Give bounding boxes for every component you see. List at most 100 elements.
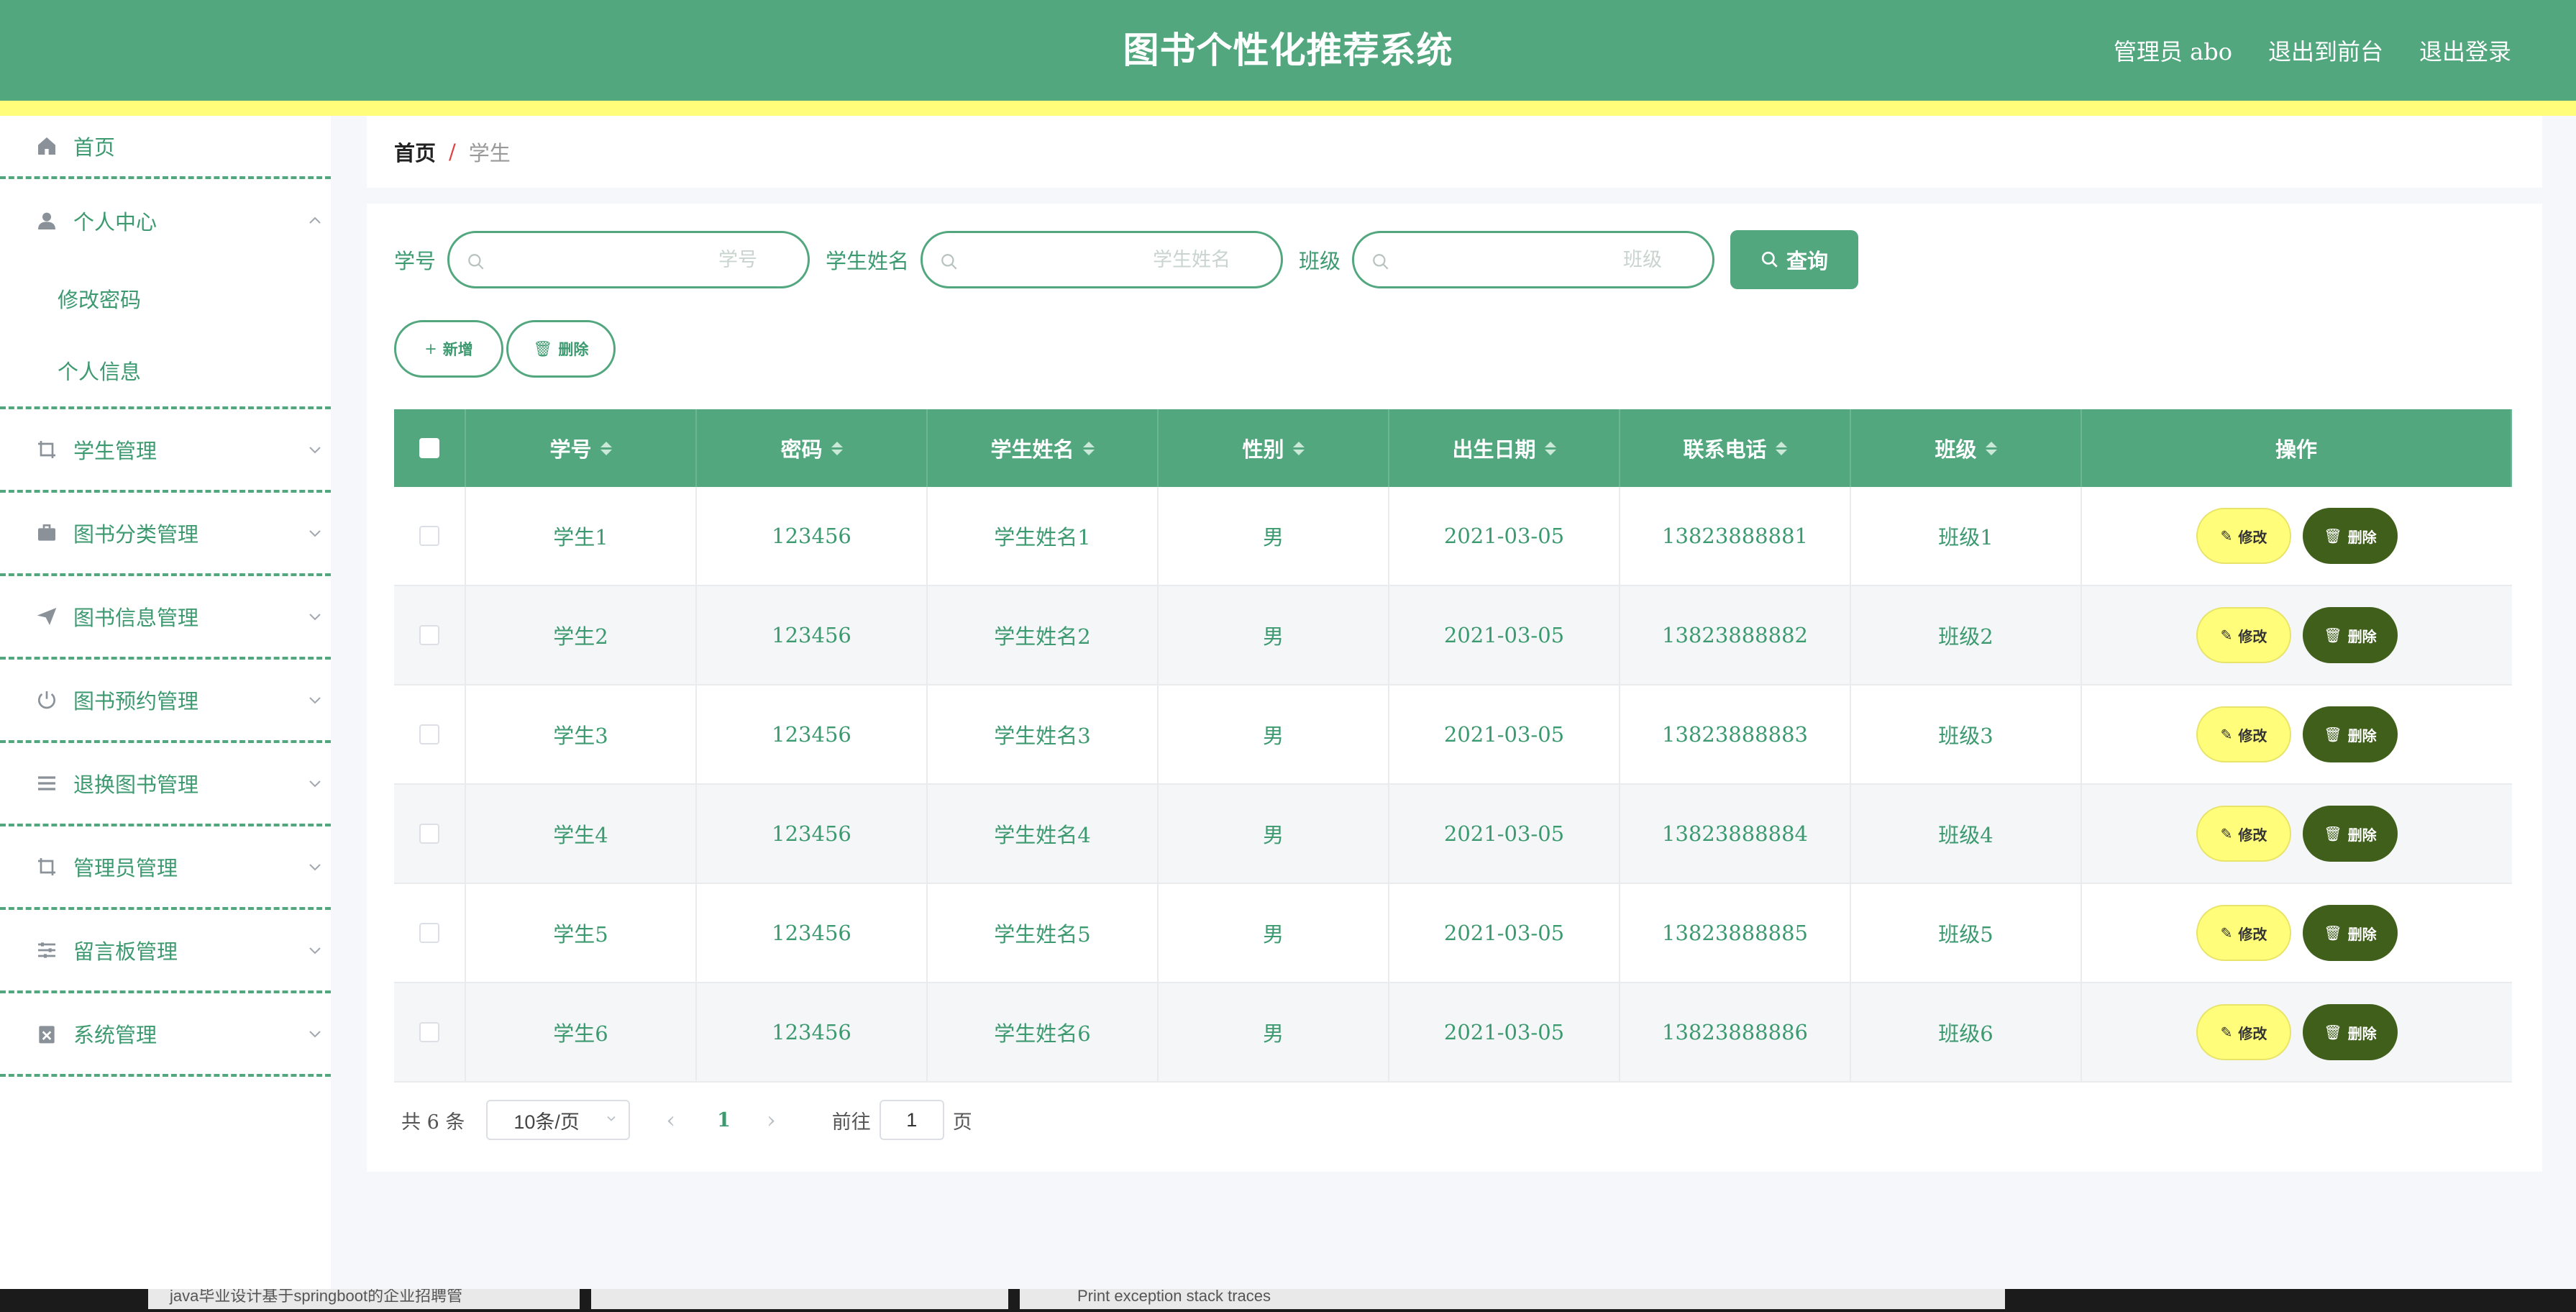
select-all-cell — [394, 409, 466, 487]
column-header-label: 密码 — [780, 437, 823, 462]
delete-button[interactable]: 🗑 删除 — [2303, 905, 2398, 961]
sidebar-item-5[interactable]: 管理员管理 — [0, 826, 331, 910]
class-input[interactable] — [1354, 233, 1713, 286]
sidebar-item-personal[interactable]: 个人中心 — [0, 179, 331, 263]
taskbar-tab[interactable]: java毕业设计基于springboot的企业招聘管 — [148, 1289, 580, 1309]
header-accent-stripe — [0, 101, 2576, 116]
edit-button[interactable]: ✎ 修改 — [2196, 806, 2291, 862]
briefcase-icon — [35, 521, 59, 545]
delete-button[interactable]: 🗑 删除 — [2303, 1004, 2398, 1060]
edit-button[interactable]: ✎ 修改 — [2196, 607, 2291, 663]
row-checkbox[interactable] — [419, 526, 439, 546]
chevron-down-icon — [309, 1031, 321, 1038]
edit-button[interactable]: ✎ 修改 — [2196, 508, 2291, 564]
taskbar-tab[interactable]: Print exception stack traces — [1020, 1289, 2005, 1309]
query-button[interactable]: 查询 — [1730, 230, 1859, 289]
row-checkbox[interactable] — [419, 1022, 439, 1042]
row-actions: ✎ 修改 🗑 删除 — [2082, 685, 2512, 783]
sort-icon[interactable] — [1775, 441, 1787, 455]
column-header[interactable]: 密码 — [697, 409, 928, 487]
admin-user-label[interactable]: 管理员 abo — [2114, 34, 2232, 67]
sort-icon[interactable] — [1544, 441, 1556, 455]
sidebar-item-3[interactable]: 图书预约管理 — [0, 660, 331, 743]
sort-icon[interactable] — [600, 441, 612, 455]
sidebar-item-4[interactable]: 退换图书管理 — [0, 743, 331, 826]
column-header[interactable]: 班级 — [1851, 409, 2082, 487]
batch-delete-button[interactable]: 🗑 删除 — [506, 320, 616, 378]
row-checkbox[interactable] — [419, 625, 439, 645]
sidebar-item-0[interactable]: 学生管理 — [0, 409, 331, 493]
sidebar-item-6[interactable]: 留言板管理 — [0, 910, 331, 993]
sort-icon[interactable] — [1082, 441, 1095, 455]
sort-icon[interactable] — [1292, 441, 1305, 455]
student-name-input[interactable] — [923, 233, 1282, 286]
sidebar-item-home[interactable]: 首页 — [0, 116, 331, 179]
table-cell: 学生2 — [466, 586, 697, 684]
sidebar-item-1[interactable]: 图书分类管理 — [0, 493, 331, 576]
table-cell: 学生1 — [466, 487, 697, 585]
breadcrumb-home[interactable]: 首页 — [394, 137, 436, 167]
table-cell: 123456 — [697, 785, 928, 883]
delete-button[interactable]: 🗑 删除 — [2303, 706, 2398, 762]
row-select-cell — [394, 487, 466, 585]
column-header[interactable]: 出生日期 — [1389, 409, 1620, 487]
pencil-icon: ✎ — [2220, 1024, 2233, 1041]
edit-button[interactable]: ✎ 修改 — [2196, 706, 2291, 762]
row-checkbox[interactable] — [419, 724, 439, 744]
taskbar-tab[interactable] — [591, 1289, 1008, 1309]
table-cell: 2021-03-05 — [1389, 685, 1620, 783]
exit-to-front-link[interactable]: 退出到前台 — [2268, 34, 2383, 67]
row-actions: ✎ 修改 🗑 删除 — [2082, 884, 2512, 982]
delete-button[interactable]: 🗑 删除 — [2303, 607, 2398, 663]
chevron-down-icon — [309, 447, 321, 454]
sidebar-item-2[interactable]: 图书信息管理 — [0, 576, 331, 660]
row-actions: ✎ 修改 🗑 删除 — [2082, 983, 2512, 1081]
clipboard-icon — [35, 1021, 59, 1046]
logout-link[interactable]: 退出登录 — [2419, 34, 2511, 67]
table-cell: 学生姓名5 — [928, 884, 1159, 982]
trash-icon: 🗑 — [2324, 1024, 2342, 1041]
sidebar-item-label: 首页 — [73, 135, 116, 160]
table-cell: 123456 — [697, 983, 928, 1081]
sidebar-subitem-change-password[interactable]: 修改密码 — [0, 263, 331, 334]
table-cell: 班级2 — [1851, 586, 2082, 684]
table-cell: 男 — [1159, 785, 1389, 883]
row-checkbox[interactable] — [419, 923, 439, 943]
student-no-input[interactable] — [449, 233, 808, 286]
page-size-select[interactable]: 10条/页 — [486, 1100, 631, 1140]
table-cell: 123456 — [697, 487, 928, 585]
sidebar-item-7[interactable]: 系统管理 — [0, 993, 331, 1077]
goto-page-input[interactable]: 1 — [879, 1100, 944, 1140]
delete-button[interactable]: 🗑 删除 — [2303, 508, 2398, 564]
pencil-icon: ✎ — [2220, 825, 2233, 842]
edit-button-label: 修改 — [2238, 826, 2267, 844]
column-header[interactable]: 联系电话 — [1620, 409, 1851, 487]
sidebar-subitem-personal-info[interactable]: 个人信息 — [0, 334, 331, 406]
table-cell: 班级5 — [1851, 884, 2082, 982]
prev-page-button[interactable]: ‹ — [666, 1106, 675, 1134]
sidebar-item-label: 退换图书管理 — [73, 773, 199, 797]
chevron-down-icon — [309, 947, 321, 955]
chevron-down-icon — [607, 1116, 616, 1121]
sort-icon[interactable] — [831, 441, 843, 455]
delete-button[interactable]: 🗑 删除 — [2303, 806, 2398, 862]
next-page-button[interactable]: › — [767, 1106, 776, 1134]
row-checkbox[interactable] — [419, 824, 439, 844]
table-cell: 13823888886 — [1620, 983, 1851, 1081]
column-header[interactable]: 学生姓名 — [928, 409, 1159, 487]
chevron-down-icon — [309, 530, 321, 537]
table-cell: 13823888881 — [1620, 487, 1851, 585]
column-header[interactable]: 学号 — [466, 409, 697, 487]
header-links: 管理员 abo 退出到前台 退出登录 — [2114, 0, 2511, 101]
edit-button[interactable]: ✎ 修改 — [2196, 905, 2291, 961]
breadcrumb: 首页 / 学生 — [367, 116, 2542, 188]
delete-button-label: 删除 — [2347, 826, 2377, 844]
page-number-current[interactable]: 1 — [717, 1109, 731, 1131]
sort-icon[interactable] — [1985, 441, 1997, 455]
column-header[interactable]: 性别 — [1159, 409, 1389, 487]
select-all-checkbox[interactable] — [419, 438, 439, 458]
edit-button[interactable]: ✎ 修改 — [2196, 1004, 2291, 1060]
edit-button-label: 修改 — [2238, 528, 2267, 546]
add-button[interactable]: + 新增 — [394, 320, 503, 378]
table-cell: 男 — [1159, 685, 1389, 783]
